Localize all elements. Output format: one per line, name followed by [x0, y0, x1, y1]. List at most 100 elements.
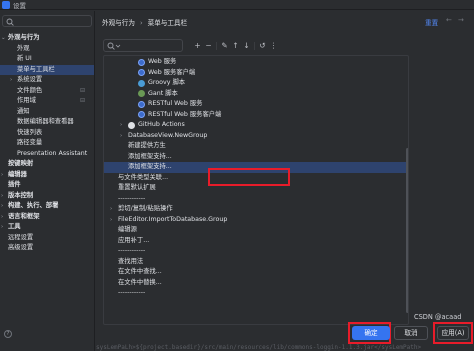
settings-category-item[interactable]: 路径变量	[0, 138, 94, 149]
settings-category-item[interactable]: › 系统设置	[0, 75, 94, 86]
settings-category-label: 构建、执行、部署	[8, 202, 59, 209]
settings-category-label: 快速列表	[17, 128, 43, 136]
settings-category-label: 编辑器	[8, 170, 27, 178]
tree-row[interactable]: ------------	[104, 246, 408, 257]
tree-row[interactable]: RESTful Web 服务客户端	[104, 110, 408, 121]
move-down-icon[interactable]: ↓	[241, 40, 252, 51]
settings-category-item[interactable]: 新 UI	[0, 54, 94, 65]
tree-row[interactable]: 添加框架支持...	[104, 152, 408, 163]
groovy-icon	[138, 79, 145, 87]
settings-category-item[interactable]: 快速列表	[0, 128, 94, 139]
settings-category-item[interactable]: 插件	[0, 180, 94, 191]
settings-category-item[interactable]: 文件颜色 ⊟	[0, 86, 94, 97]
minus-icon[interactable]: −	[203, 40, 214, 51]
settings-category-item[interactable]: 高级设置	[0, 243, 94, 254]
settings-sidebar: ⌄ 外观与行为 外观新 UI 菜单与工具栏 › 系统设置 文件颜色 ⊟ 作用域 ⊟ 通知 数据编辑器和…	[0, 11, 95, 351]
edit-icon[interactable]: ✎	[219, 40, 230, 51]
tree-row[interactable]: 编辑源	[104, 225, 408, 236]
tree-row[interactable]: RESTful Web 服务	[104, 99, 408, 110]
background-code-line: sysLemPaLh>${project.basedir}/src/main/r…	[96, 344, 422, 351]
tree-row[interactable]: 查找用法	[104, 257, 408, 268]
settings-category-label: 数据编辑器和查看器	[17, 118, 74, 125]
cancel-button[interactable]: 取消	[394, 326, 428, 340]
settings-category-label: 工具	[8, 223, 21, 230]
restore-icon[interactable]: ↺	[257, 40, 268, 51]
plus-icon[interactable]: +	[192, 40, 203, 51]
settings-category-item[interactable]: 数据编辑器和查看器	[0, 117, 94, 128]
settings-category-item[interactable]: ⌄ 外观与行为	[0, 33, 94, 44]
tree-row[interactable]: 添加框架支持...	[104, 162, 408, 173]
tree-row-label: 新建提供方生	[128, 142, 166, 149]
settings-category-item[interactable]: 外观	[0, 44, 94, 55]
settings-category-item[interactable]: 作用域 ⊟	[0, 96, 94, 107]
window-title: 设置	[13, 2, 26, 10]
tree-row-label: Groovy 脚本	[148, 79, 186, 86]
help-icon[interactable]: ?	[4, 330, 12, 338]
tree-row-label: Gant 脚本	[148, 89, 178, 97]
tree-row[interactable]: 应用补丁...	[104, 236, 408, 247]
tree-row-label: 剪切/复制/粘贴操作	[118, 205, 173, 212]
tree-row[interactable]: ------------	[104, 288, 408, 299]
settings-category-label: 版本控制	[8, 191, 34, 199]
settings-category-label: 系统设置	[17, 76, 43, 83]
tree-row-label: 查找用法	[118, 257, 144, 265]
tree-row[interactable]: › 剪切/复制/粘贴操作	[104, 204, 408, 215]
chevron-right-icon[interactable]: ›	[1, 170, 3, 181]
reset-link[interactable]: 重置	[425, 17, 438, 27]
tree-row[interactable]: Web 服务	[104, 57, 408, 68]
chevron-right-icon[interactable]: ›	[120, 131, 122, 142]
tree-row[interactable]: › DatabaseView.NewGroup	[104, 131, 408, 142]
breadcrumb-parent[interactable]: 外观与行为	[102, 19, 135, 27]
watermark: CSDN @acaad	[414, 313, 462, 321]
chevron-right-icon[interactable]: ›	[1, 222, 3, 233]
web-icon	[138, 58, 145, 66]
tree-row-label: DatabaseView.NewGroup	[128, 131, 208, 139]
settings-search-input[interactable]	[2, 15, 92, 27]
tree-row-label: 编辑源	[118, 226, 137, 233]
settings-category-label: 文件颜色	[17, 86, 43, 94]
tree-row[interactable]: Gant 脚本	[104, 89, 408, 100]
tree-row[interactable]: Groovy 脚本	[104, 78, 408, 89]
settings-category-item[interactable]: Presentation Assistant	[0, 149, 94, 160]
actions-search-input[interactable]	[103, 39, 183, 52]
tree-row[interactable]: 重置默认扩展	[104, 183, 408, 194]
chevron-right-icon[interactable]: ›	[110, 215, 112, 226]
tree-row-label: 添加框架支持...	[128, 163, 172, 170]
settings-category-item[interactable]: 菜单与工具栏	[0, 64, 94, 75]
back-arrow-icon[interactable]: ←	[446, 16, 452, 24]
settings-category-label: 外观	[17, 44, 30, 52]
project-scope-icon: ⊟	[80, 86, 86, 94]
settings-category-item[interactable]: › 语言和框架	[0, 212, 94, 223]
tree-row[interactable]: 与文件类型关联...	[104, 173, 408, 184]
settings-category-item[interactable]: › 工具	[0, 222, 94, 233]
settings-category-item[interactable]: 通知	[0, 107, 94, 118]
settings-category-item[interactable]: › 版本控制	[0, 191, 94, 202]
tree-row[interactable]: 在文件中查找...	[104, 267, 408, 278]
tree-row[interactable]: › FileEditor.ImportToDatabase.Group	[104, 215, 408, 226]
settings-category-item[interactable]: › 构建、执行、部署	[0, 201, 94, 212]
tree-row[interactable]: ------------	[104, 194, 408, 205]
settings-category-item[interactable]: › 编辑器	[0, 170, 94, 181]
chevron-right-icon[interactable]: ›	[120, 120, 122, 131]
chevron-right-icon[interactable]: ›	[1, 201, 3, 212]
move-up-icon[interactable]: ↑	[230, 40, 241, 51]
more-options-icon[interactable]: ⋮	[268, 40, 279, 51]
settings-category-item[interactable]: 按键映射	[0, 159, 94, 170]
chevron-down-icon[interactable]: ⌄	[1, 33, 6, 44]
ok-button[interactable]: 确定	[352, 326, 390, 340]
chevron-right-icon[interactable]: ›	[1, 191, 3, 202]
apply-button[interactable]: 应用(A)	[437, 326, 469, 340]
tree-scrollbar[interactable]	[406, 148, 408, 313]
chevron-right-icon[interactable]: ›	[10, 75, 12, 86]
chevron-right-icon[interactable]: ›	[1, 212, 3, 223]
tree-row[interactable]: 新建提供方生	[104, 141, 408, 152]
tree-row[interactable]: › GitHub Actions	[104, 120, 408, 131]
tree-row-label: RESTful Web 服务客户端	[148, 110, 222, 118]
tree-row[interactable]: Web 服务客户端	[104, 68, 408, 79]
breadcrumb-separator: ›	[139, 19, 143, 27]
tree-row-label: 添加框架支持...	[128, 152, 172, 160]
chevron-right-icon[interactable]: ›	[110, 204, 112, 215]
tree-row[interactable]: 在文件中替换...	[104, 278, 408, 289]
forward-arrow-icon[interactable]: →	[458, 16, 464, 24]
settings-category-item[interactable]: 远程设置	[0, 233, 94, 244]
